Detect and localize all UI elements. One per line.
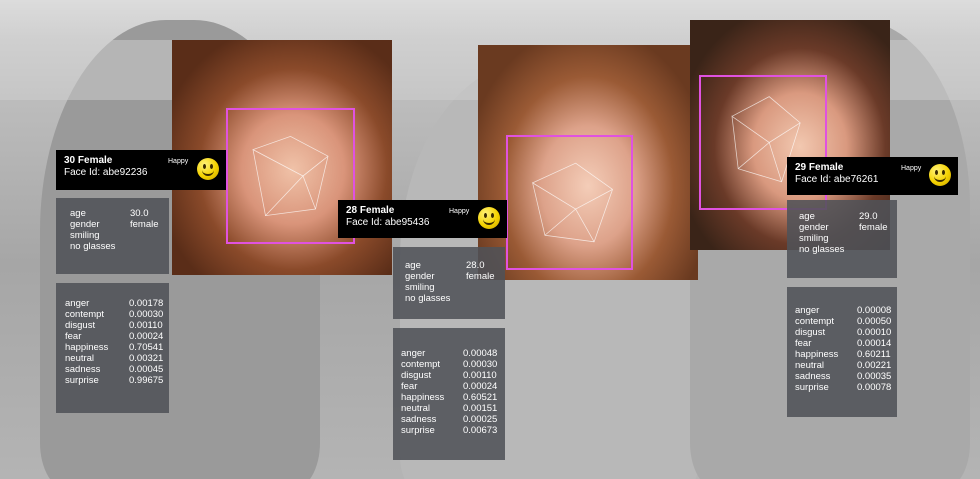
face-header-3: 29 Female Face Id: abe76261 Happy bbox=[787, 157, 958, 195]
attr-key: no glasses bbox=[799, 244, 845, 255]
attr-key: no glasses bbox=[70, 241, 116, 252]
attr-value: 28.0 bbox=[466, 260, 485, 271]
emotion-score: 0.00321 bbox=[129, 353, 164, 364]
face-id: Face Id: abe92236 bbox=[64, 167, 148, 178]
emotion-label: Happy bbox=[901, 165, 922, 172]
emotion-key: happiness bbox=[795, 349, 839, 360]
emotion-label: Happy bbox=[449, 208, 470, 215]
attr-value: female bbox=[859, 222, 888, 233]
attr-key: gender bbox=[405, 271, 435, 282]
attr-key: age bbox=[799, 211, 815, 222]
emotion-key: neutral bbox=[65, 353, 95, 364]
emotion-key: fear bbox=[65, 331, 82, 342]
emotion-key: contempt bbox=[795, 316, 835, 327]
face-title: 29 Female bbox=[795, 162, 844, 173]
face-title: 30 Female bbox=[64, 155, 113, 166]
emotion-score: 0.00035 bbox=[857, 371, 892, 382]
emotion-score: 0.00050 bbox=[857, 316, 892, 327]
emotion-score: 0.99675 bbox=[129, 375, 164, 386]
attr-value: female bbox=[466, 271, 495, 282]
emotion-score: 0.00048 bbox=[463, 348, 498, 359]
emotion-score: 0.00008 bbox=[857, 305, 892, 316]
emotion-key: disgust bbox=[795, 327, 826, 338]
emotion-key: anger bbox=[65, 298, 90, 309]
emotion-key: fear bbox=[795, 338, 812, 349]
emotion-score: 0.00030 bbox=[463, 359, 498, 370]
emotion-score: 0.00178 bbox=[129, 298, 164, 309]
scene: 30 Female Face Id: abe92236 Happy age 30.… bbox=[0, 0, 980, 479]
emotion-key: happiness bbox=[401, 392, 445, 403]
emotion-key: happiness bbox=[65, 342, 109, 353]
attr-key: age bbox=[405, 260, 421, 271]
attributes-panel-2: age 28.0 gender female smiling no glasses bbox=[393, 247, 505, 319]
emotion-key: surprise bbox=[401, 425, 435, 436]
attr-key: age bbox=[70, 208, 86, 219]
emotion-key: disgust bbox=[65, 320, 96, 331]
attr-key: smiling bbox=[70, 230, 100, 241]
emotion-score: 0.00025 bbox=[463, 414, 498, 425]
emotion-score: 0.00030 bbox=[129, 309, 164, 320]
emotion-score: 0.00024 bbox=[129, 331, 164, 342]
emotion-key: fear bbox=[401, 381, 418, 392]
emotion-score: 0.00010 bbox=[857, 327, 892, 338]
attr-key: smiling bbox=[799, 233, 829, 244]
emotion-score: 0.00110 bbox=[463, 370, 497, 381]
emotion-score: 0.70541 bbox=[129, 342, 164, 353]
attr-key: smiling bbox=[405, 282, 435, 293]
emotion-key: contempt bbox=[401, 359, 441, 370]
smiley-face-icon bbox=[478, 207, 500, 229]
emotion-score: 0.00045 bbox=[129, 364, 164, 375]
emotion-key: surprise bbox=[795, 382, 829, 393]
attributes-panel-1: age 30.0 gender female smiling no glasses bbox=[56, 198, 169, 274]
emotion-score: 0.60211 bbox=[857, 349, 891, 360]
emotion-score: 0.00151 bbox=[463, 403, 498, 414]
attr-value: female bbox=[130, 219, 159, 230]
face-title: 28 Female bbox=[346, 205, 395, 216]
emotion-score: 0.00078 bbox=[857, 382, 892, 393]
emotions-panel-2: anger 0.00048 contempt 0.00030 disgust 0.00… bbox=[393, 328, 505, 460]
attributes-panel-3: age 29.0 gender female smiling no glasses bbox=[787, 200, 897, 278]
emotion-score: 0.00014 bbox=[857, 338, 892, 349]
face-box-2 bbox=[506, 135, 633, 270]
emotion-key: sadness bbox=[401, 414, 437, 425]
face-header-2: 28 Female Face Id: abe95436 Happy bbox=[338, 200, 507, 238]
emotions-panel-3: anger 0.00008 contempt 0.00050 disgust 0.00… bbox=[787, 287, 897, 417]
emotion-key: disgust bbox=[401, 370, 432, 381]
attr-key: gender bbox=[70, 219, 100, 230]
smiley-face-icon bbox=[197, 158, 219, 180]
attr-value: 29.0 bbox=[859, 211, 878, 222]
emotion-score: 0.00110 bbox=[129, 320, 163, 331]
emotion-label: Happy bbox=[168, 158, 189, 165]
emotion-score: 0.00024 bbox=[463, 381, 498, 392]
face-id: Face Id: abe95436 bbox=[346, 217, 430, 228]
emotion-score: 0.00673 bbox=[463, 425, 498, 436]
face-box-1 bbox=[226, 108, 355, 244]
smiley-face-icon bbox=[929, 164, 951, 186]
emotion-key: sadness bbox=[795, 371, 831, 382]
emotion-score: 0.00221 bbox=[857, 360, 892, 371]
emotion-key: anger bbox=[401, 348, 426, 359]
emotions-panel-1: anger 0.00178 contempt 0.00030 disgust 0.00… bbox=[56, 283, 169, 413]
face-landmark-mesh bbox=[532, 162, 613, 243]
emotion-key: surprise bbox=[65, 375, 99, 386]
attr-value: 30.0 bbox=[130, 208, 149, 219]
face-landmark-mesh bbox=[252, 135, 329, 217]
attr-key: no glasses bbox=[405, 293, 451, 304]
emotion-key: sadness bbox=[65, 364, 101, 375]
face-header-1: 30 Female Face Id: abe92236 Happy bbox=[56, 150, 226, 190]
emotion-key: neutral bbox=[795, 360, 825, 371]
attr-key: gender bbox=[799, 222, 829, 233]
emotion-key: contempt bbox=[65, 309, 105, 320]
face-id: Face Id: abe76261 bbox=[795, 174, 879, 185]
emotion-score: 0.60521 bbox=[463, 392, 498, 403]
emotion-key: neutral bbox=[401, 403, 431, 414]
emotion-key: anger bbox=[795, 305, 820, 316]
